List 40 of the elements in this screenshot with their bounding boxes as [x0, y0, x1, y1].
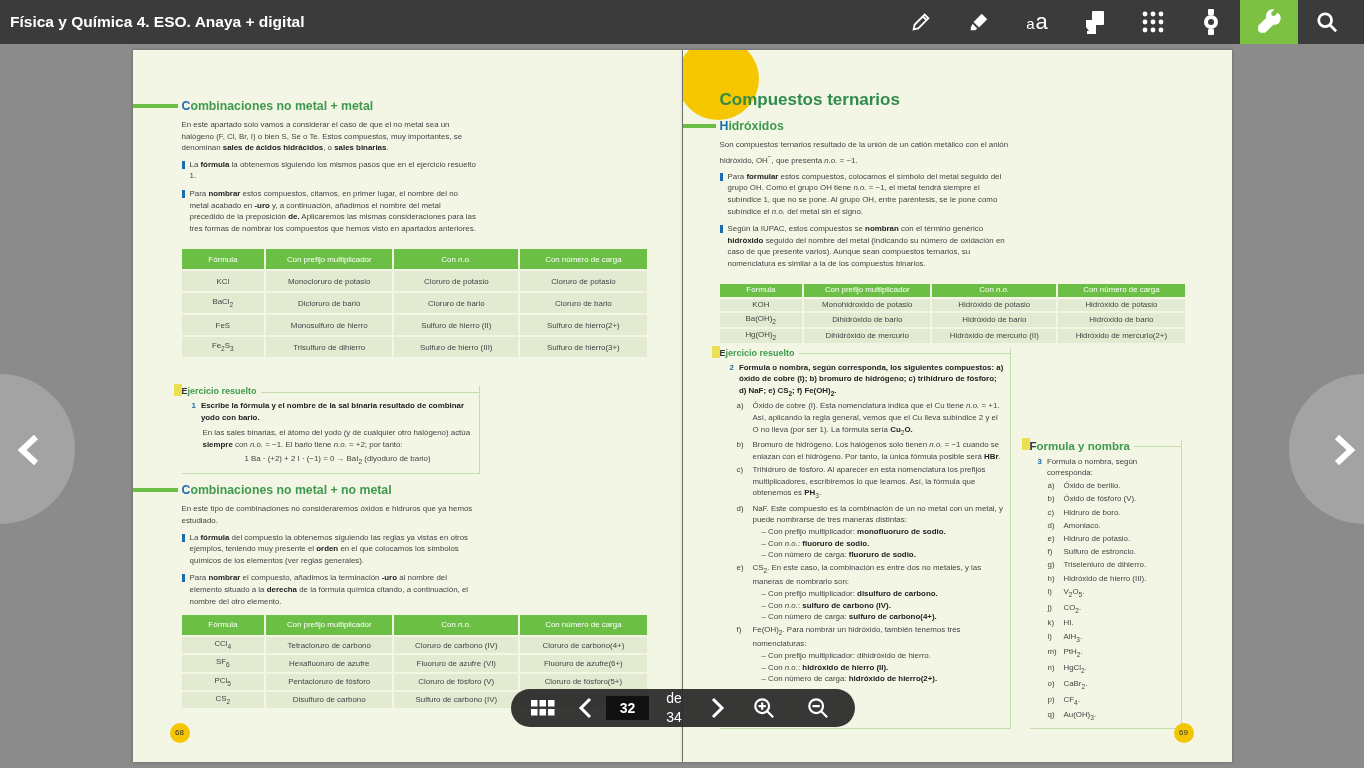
page-number: 69 [1173, 723, 1194, 743]
bullet-marker [181, 533, 185, 542]
bullet-marker [181, 189, 185, 198]
badge-icon [1203, 9, 1219, 35]
bullet-marker [719, 225, 723, 234]
previous-button[interactable] [578, 697, 592, 719]
bullet-marker [181, 160, 185, 169]
page-number: 68 [169, 723, 190, 743]
font-size-tool-button[interactable]: aa [1008, 0, 1066, 44]
chevron-right-icon [1333, 434, 1357, 466]
wrench-icon [1256, 9, 1282, 35]
page-total: de 34 [665, 689, 683, 727]
chevron-left-icon [16, 434, 40, 466]
bullet-marker [181, 574, 185, 583]
highlight-mark [1021, 437, 1030, 450]
chevron-left-icon [578, 697, 592, 719]
hand-note-icon [1084, 10, 1106, 34]
exercise-title: Ejercicio resuelto [719, 347, 795, 358]
bullet-marker [719, 172, 723, 181]
section-heading: Combinaciones no metal + metal [181, 99, 374, 113]
app-title: Física y Química 4. ESO. Anaya + digital [9, 13, 306, 31]
grid-icon [1142, 11, 1164, 33]
thumbnails-button[interactable] [531, 700, 555, 716]
section-heading: Combinaciones no metal + no metal [181, 483, 392, 498]
zoom-out-icon [807, 697, 829, 719]
highlight-mark [711, 345, 720, 358]
next-button[interactable] [711, 697, 725, 719]
search-icon [1316, 11, 1338, 33]
zoom-in-button[interactable] [753, 697, 775, 719]
grid-icon [531, 700, 555, 716]
section-heading: Hidróxidos [719, 119, 784, 133]
chevron-right-icon [711, 697, 725, 719]
pencil-icon [910, 11, 932, 33]
zoom-in-icon [753, 697, 775, 719]
exercise-title: Formula y nombra [1029, 439, 1130, 452]
zoom-out-button[interactable] [807, 697, 829, 719]
highlight-mark [173, 384, 182, 397]
marker-icon [968, 11, 990, 33]
page-field[interactable]: 32 [606, 696, 649, 720]
exercise-title: Ejercicio resuelto [181, 386, 257, 397]
